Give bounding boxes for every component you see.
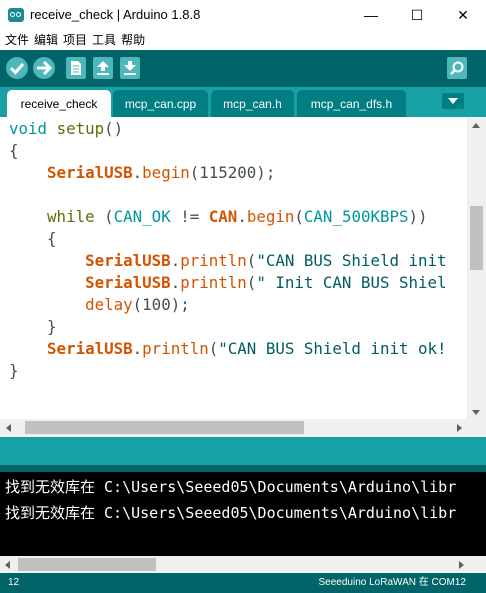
serial-monitor-button[interactable] [447, 57, 467, 79]
console-horizontal-scroll-thumb[interactable] [18, 558, 156, 571]
window-title: receive_check | Arduino 1.8.8 [30, 7, 201, 22]
tab-menu-dropdown-icon[interactable] [442, 93, 464, 109]
magnifier-icon [450, 61, 464, 75]
code-line: SerialUSB.println("CAN BUS Shield init [85, 251, 447, 270]
console-scroll-right-arrow-icon[interactable] [459, 561, 464, 569]
upload-button[interactable] [33, 57, 55, 79]
menu-sketch[interactable]: 项目 [58, 30, 87, 50]
code-editor[interactable]: void setup() { SerialUSB.begin(115200); … [0, 117, 486, 419]
code-line: while (CAN_OK != CAN.begin(CAN_500KBPS)) [47, 207, 428, 226]
code-line: delay(100); [85, 295, 190, 314]
editor-horizontal-scroll-thumb[interactable] [25, 421, 304, 434]
maximize-button[interactable]: ☐ [394, 0, 440, 30]
verify-icon [9, 63, 25, 75]
scroll-right-arrow-icon[interactable] [457, 424, 462, 432]
new-file-icon [71, 61, 81, 75]
code-line: SerialUSB.begin(115200); [47, 163, 276, 182]
save-sketch-button[interactable] [120, 57, 140, 79]
close-button[interactable]: ✕ [440, 0, 486, 30]
menu-tools[interactable]: 工具 [87, 30, 116, 50]
message-area [0, 437, 486, 465]
console-line: 找到无效库在 C:\Users\Seeed05\Documents\Arduin… [5, 504, 457, 522]
menu-bar: 文件 编辑 项目 工具 帮助 [0, 30, 486, 50]
tab-bar: receive_check mcp_can.cpp mcp_can.h mcp_… [0, 87, 486, 117]
menu-file[interactable]: 文件 [0, 30, 29, 50]
console-output: 找到无效库在 C:\Users\Seeed05\Documents\Arduin… [0, 472, 486, 556]
console-scroll-left-arrow-icon[interactable] [5, 561, 10, 569]
menu-help[interactable]: 帮助 [116, 30, 145, 50]
menu-edit[interactable]: 编辑 [29, 30, 58, 50]
status-bar: 12 Seeeduino LoRaWAN 在 COM12 [0, 573, 486, 593]
code-line: SerialUSB.println("CAN BUS Shield init o… [47, 339, 447, 358]
title-bar: receive_check | Arduino 1.8.8 — ☐ ✕ [0, 0, 486, 30]
code-line: { [47, 229, 57, 248]
code-line: SerialUSB.println(" Init CAN BUS Shiel [85, 273, 447, 292]
code-line: { [9, 141, 19, 160]
code-line: void setup() [9, 119, 124, 138]
tab-receive-check[interactable]: receive_check [7, 90, 111, 117]
save-arrow-icon [124, 61, 136, 75]
open-arrow-icon [97, 61, 109, 75]
tab-mcp-can-dfs-h[interactable]: mcp_can_dfs.h [297, 90, 406, 117]
upload-arrow-icon [37, 60, 53, 76]
open-sketch-button[interactable] [93, 57, 113, 79]
board-port-label: Seeeduino LoRaWAN 在 COM12 [318, 577, 466, 588]
scroll-left-arrow-icon[interactable] [6, 424, 11, 432]
console-line: 找到无效库在 C:\Users\Seeed05\Documents\Arduin… [5, 478, 457, 496]
line-number: 12 [8, 577, 20, 588]
minimize-button[interactable]: — [348, 0, 394, 30]
toolbar [0, 50, 486, 87]
scroll-up-arrow-icon[interactable] [472, 123, 480, 128]
code-line: } [9, 361, 19, 380]
editor-vertical-scroll-thumb[interactable] [470, 206, 483, 270]
console-vertical-scrollbar[interactable] [469, 472, 486, 539]
scroll-down-arrow-icon[interactable] [472, 410, 480, 415]
tab-mcp-can-h[interactable]: mcp_can.h [211, 90, 294, 117]
new-sketch-button[interactable] [66, 57, 86, 79]
tab-mcp-can-cpp[interactable]: mcp_can.cpp [113, 90, 208, 117]
code-line: } [47, 317, 57, 336]
console-divider[interactable] [0, 465, 486, 472]
arduino-logo-icon [8, 8, 24, 22]
verify-button[interactable] [6, 57, 28, 79]
